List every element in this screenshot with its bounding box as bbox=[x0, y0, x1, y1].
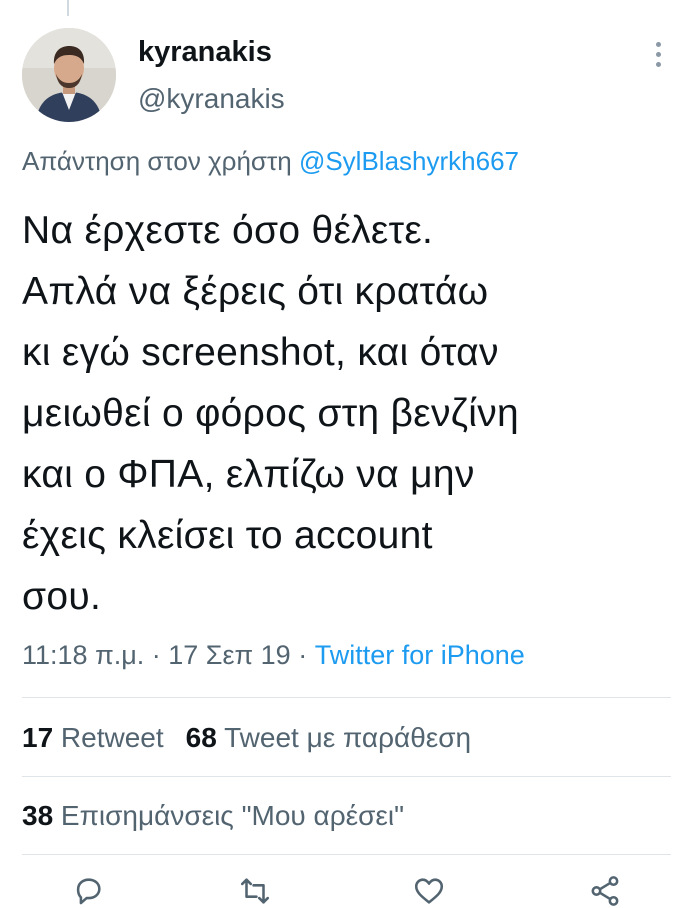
tweet-line: μειωθεί ο φόρος στη βενζίνη bbox=[22, 392, 520, 435]
tweet-line: σου. bbox=[22, 575, 102, 618]
quotes-count: 68 bbox=[185, 722, 217, 753]
tweet-time[interactable]: 11:18 π.μ. bbox=[22, 640, 144, 670]
reply-prefix: Απάντηση στον χρήστη bbox=[22, 146, 299, 176]
divider bbox=[22, 776, 671, 777]
reply-mention-link[interactable]: @SylBlashyrkh667 bbox=[299, 146, 519, 176]
like-icon[interactable] bbox=[412, 874, 446, 908]
quotes-stat[interactable]: 68 Tweet με παράθεση bbox=[186, 722, 471, 753]
reply-context: Απάντηση στον χρήστη @SylBlashyrkh667 bbox=[22, 146, 519, 177]
divider bbox=[22, 697, 671, 698]
tweet-source-link[interactable]: Twitter for iPhone bbox=[315, 640, 525, 670]
tweet-date[interactable]: 17 Σεπ 19 bbox=[168, 640, 290, 670]
share-icon[interactable] bbox=[588, 874, 622, 908]
user-handle[interactable]: @kyranakis bbox=[138, 83, 285, 115]
avatar-photo bbox=[22, 28, 116, 122]
retweet-icon[interactable] bbox=[238, 874, 272, 908]
retweet-stats-row: 17 Retweet 68 Tweet με παράθεση bbox=[22, 722, 471, 754]
divider bbox=[22, 854, 671, 855]
likes-count: 38 bbox=[22, 800, 54, 831]
retweets-stat[interactable]: 17 Retweet bbox=[22, 722, 164, 753]
retweets-count: 17 bbox=[22, 722, 54, 753]
quotes-label: Tweet με παράθεση bbox=[216, 722, 472, 753]
meta-separator: · bbox=[144, 640, 169, 670]
likes-label: Επισημάνσεις "Μου αρέσει" bbox=[53, 800, 405, 831]
avatar[interactable] bbox=[22, 28, 116, 122]
likes-stat[interactable]: 38 Επισημάνσεις "Μου αρέσει" bbox=[22, 800, 404, 832]
tweet-line: έχεις κλείσει το account bbox=[22, 514, 433, 557]
thread-connector-line bbox=[67, 0, 69, 16]
tweet-metadata: 11:18 π.μ. · 17 Σεπ 19 · Twitter for iPh… bbox=[22, 640, 525, 671]
meta-separator: · bbox=[290, 640, 315, 670]
tweet-line: κι εγώ screenshot, και όταν bbox=[22, 331, 499, 374]
tweet-line: Να έρχεστε όσο θέλετε. bbox=[22, 209, 434, 252]
tweet-text: Να έρχεστε όσο θέλετε. Απλά να ξέρεις ότ… bbox=[22, 200, 682, 627]
display-name[interactable]: kyranakis bbox=[138, 36, 272, 69]
retweets-label: Retweet bbox=[53, 722, 164, 753]
reply-icon[interactable] bbox=[71, 874, 105, 908]
tweet-line: και ο ΦΠΑ, ελπίζω να μην bbox=[22, 453, 475, 496]
more-options-icon[interactable] bbox=[652, 42, 664, 72]
tweet-line: Απλά να ξέρεις ότι κρατάω bbox=[22, 270, 489, 313]
